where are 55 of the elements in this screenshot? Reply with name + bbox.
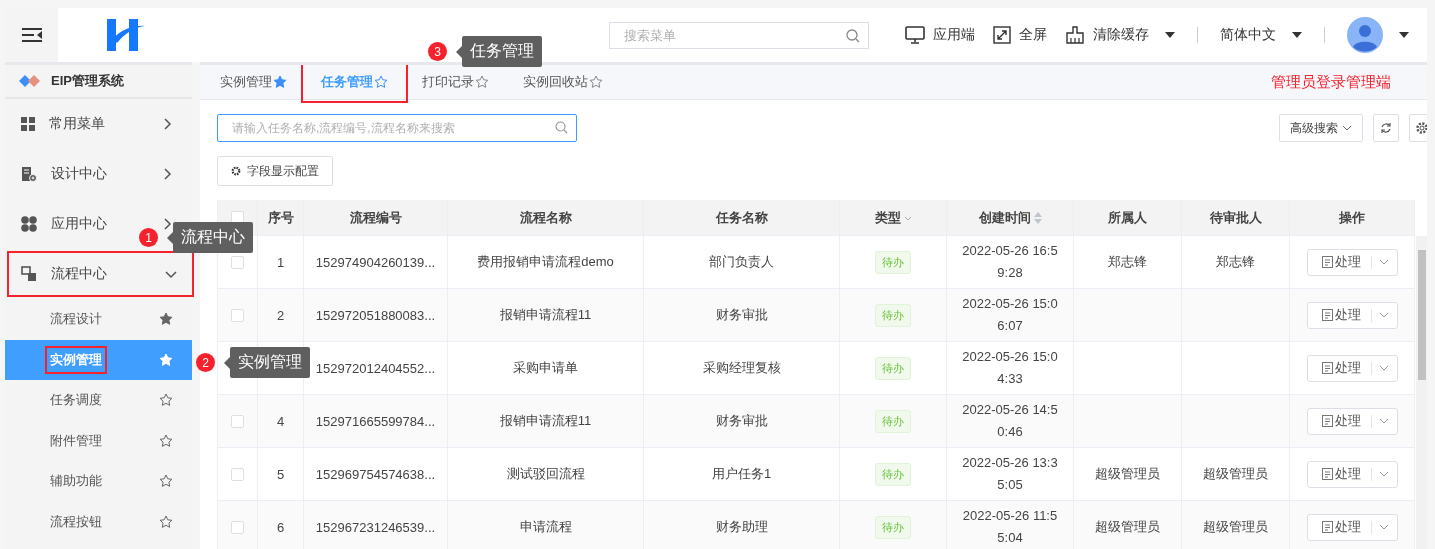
table-cell: 财务助理: [644, 501, 840, 549]
table-cell: 费用报销申请流程demo: [448, 236, 644, 289]
table-cell: 152971665599784...: [304, 395, 448, 448]
tooltip: 流程中心: [167, 222, 253, 253]
column-header: 待审批人: [1209, 208, 1262, 227]
table-cell: 财务审批: [644, 289, 840, 342]
table-cell: 152974904260139...: [304, 236, 448, 289]
table-cell: 采购经理复核: [644, 342, 840, 395]
table-cell: 1: [258, 236, 304, 289]
table-cell: 郑志锋: [1182, 236, 1290, 289]
tooltip: 任务管理: [456, 36, 542, 67]
status-tag: 待办: [875, 409, 911, 433]
status-tag: 待办: [875, 515, 911, 539]
column-header: 序号: [267, 208, 294, 227]
table-cell: 超级管理员: [1182, 501, 1290, 549]
table-cell: 超级管理员: [1074, 501, 1182, 549]
status-tag: 待办: [875, 462, 911, 486]
table-cell: 2022-05-26 15:04:33: [947, 342, 1074, 395]
table-cell: 4: [258, 395, 304, 448]
column-header: 类型: [874, 208, 901, 227]
column-header: 任务名称: [715, 208, 768, 227]
table-cell: 152967231246539...: [304, 501, 448, 549]
table-cell: 申请流程: [448, 501, 644, 549]
table-cell: 部门负责人: [644, 236, 840, 289]
table-cell: 152972051880083...: [304, 289, 448, 342]
column-header: 流程名称: [519, 208, 572, 227]
table-cell: 152972012404552...: [304, 342, 448, 395]
status-tag: 待办: [875, 356, 911, 380]
table-cell: 报销申请流程11: [448, 395, 644, 448]
table-cell: 2022-05-26 13:35:05: [947, 448, 1074, 501]
table-cell: 超级管理员: [1182, 448, 1290, 501]
table-cell: 报销申请流程11: [448, 289, 644, 342]
table-cell: 6: [258, 501, 304, 549]
table-cell: 用户任务1: [644, 448, 840, 501]
table-cell: 财务审批: [644, 395, 840, 448]
column-header: 所属人: [1108, 208, 1147, 227]
table-cell: 2022-05-26 15:06:07: [947, 289, 1074, 342]
table-cell: 152969754574638...: [304, 448, 448, 501]
status-tag: 待办: [875, 250, 911, 274]
app-title: EIP管理系统: [51, 72, 124, 90]
table-cell: 2022-05-26 16:59:28: [947, 236, 1074, 289]
table-cell: 郑志锋: [1074, 236, 1182, 289]
table-cell: 2: [258, 289, 304, 342]
table-cell: 测试驳回流程: [448, 448, 644, 501]
column-header: 创建时间: [978, 208, 1031, 227]
column-header: 流程编号: [349, 208, 402, 227]
table-cell: 2022-05-26 14:50:46: [947, 395, 1074, 448]
table-cell: 采购申请单: [448, 342, 644, 395]
notice-text: 管理员登录管理端: [1271, 72, 1391, 92]
table-cell: 5: [258, 448, 304, 501]
table-cell: 超级管理员: [1074, 448, 1182, 501]
column-header: 操作: [1339, 208, 1365, 227]
tooltip: 实例管理: [224, 347, 310, 378]
table-cell: 2022-05-26 11:55:04: [947, 501, 1074, 549]
status-tag: 待办: [875, 303, 911, 327]
